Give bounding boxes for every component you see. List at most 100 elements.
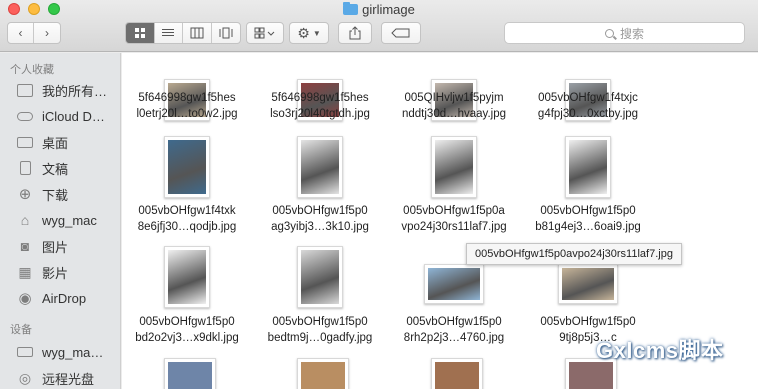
file-thumbnail[interactable] xyxy=(297,358,349,389)
file-name-line2: bedtm9j…0gadfy.jpg xyxy=(267,332,373,344)
file-thumbnail[interactable] xyxy=(164,136,210,198)
icloud-icon xyxy=(16,109,34,123)
file-thumbnail[interactable] xyxy=(424,264,484,304)
sidebar-item-label: 远程光盘 xyxy=(42,371,95,387)
sidebar-item-label: 文稿 xyxy=(42,161,69,177)
file-thumbnail[interactable] xyxy=(297,246,343,308)
sidebar: 个人收藏 我的所有… iCloud D… 桌面 文稿 ⊕ 下载 ⌂ wyg_ma… xyxy=(0,53,121,389)
sidebar-item-label: wyg_mac xyxy=(42,212,97,228)
sidebar-item-downloads[interactable]: ⊕ 下载 xyxy=(16,183,68,205)
file-name-line2: bd2o2vj3…x9dkl.jpg xyxy=(135,332,239,344)
sidebar-item-documents[interactable]: 文稿 xyxy=(16,157,68,179)
sidebar-item-label: 下载 xyxy=(42,187,69,203)
sidebar-item-label: 影片 xyxy=(42,265,69,281)
gear-icon: ⚙ xyxy=(297,24,310,41)
file-item[interactable]: 005vbOHfgw1f5p0 8rh2p2j3…4760.jpg xyxy=(389,53,519,344)
file-name-line1: 005vbOHfgw1f4txk xyxy=(138,205,236,217)
chevron-down-icon: ▼ xyxy=(312,28,321,38)
file-name-line2: 8e6jfj30…qodjb.jpg xyxy=(137,221,237,233)
image-preview xyxy=(168,140,206,194)
image-preview xyxy=(435,362,479,389)
file-thumbnail[interactable] xyxy=(431,136,477,198)
sidebar-item-label: iCloud D… xyxy=(42,108,105,124)
file-thumbnail[interactable] xyxy=(297,136,343,198)
file-thumbnail[interactable] xyxy=(164,246,210,308)
forward-button[interactable]: › xyxy=(34,23,60,43)
image-preview xyxy=(168,362,212,389)
home-icon: ⌂ xyxy=(20,212,30,228)
tags-button[interactable] xyxy=(381,22,421,44)
image-preview xyxy=(569,140,607,194)
sidebar-item-pictures[interactable]: ◙ 图片 xyxy=(16,235,68,257)
icon-view-button[interactable] xyxy=(126,23,155,43)
chevron-right-icon: › xyxy=(45,26,49,40)
documents-icon xyxy=(16,161,34,175)
file-name-line1: 005vbOHfgw1f5p0 xyxy=(139,316,235,328)
file-name-line2: vpo24j30rs11laf7.jpg xyxy=(401,221,507,233)
computer-icon xyxy=(16,345,34,359)
file-name-line2: b81g4ej3…6oai9.jpg xyxy=(535,221,641,233)
sidebar-item-icloud[interactable]: iCloud D… xyxy=(16,105,105,127)
coverflow-view-button[interactable] xyxy=(212,23,240,43)
sidebar-item-all-files[interactable]: 我的所有… xyxy=(16,79,107,101)
sidebar-item-remote-disc[interactable]: ◎ 远程光盘 xyxy=(16,367,94,389)
file-thumbnail[interactable] xyxy=(565,136,611,198)
sidebar-item-label: AirDrop xyxy=(42,290,87,306)
file-name-line1: 005vbOHfgw1f5p0 xyxy=(540,316,636,328)
arrange-button[interactable] xyxy=(246,22,284,44)
sidebar-item-label: 图片 xyxy=(42,239,69,255)
desktop-icon xyxy=(16,135,34,149)
column-view-button[interactable] xyxy=(183,23,212,43)
file-name-line1: 005vbOHfgw1f5p0 xyxy=(406,316,502,328)
columns-icon xyxy=(190,27,204,39)
grid-icon xyxy=(134,28,145,38)
sidebar-item-home[interactable]: ⌂ wyg_mac xyxy=(16,209,97,231)
share-button[interactable] xyxy=(338,22,372,44)
image-preview xyxy=(301,140,339,194)
file-thumbnail[interactable] xyxy=(431,358,483,389)
sidebar-item-airdrop[interactable]: ◉ AirDrop xyxy=(16,287,86,309)
all-files-icon xyxy=(16,83,34,97)
file-item[interactable]: 005vbOHfgw1f5p0 bedtm9j…0gadfy.jpg xyxy=(255,53,385,344)
folder-icon xyxy=(343,2,359,15)
sidebar-item-computer[interactable]: wyg_ma… xyxy=(16,341,103,363)
pictures-icon: ◙ xyxy=(20,238,30,254)
remote-disc-icon: ◎ xyxy=(18,369,32,386)
sidebar-item-desktop[interactable]: 桌面 xyxy=(16,131,68,153)
image-preview xyxy=(562,268,614,300)
chevron-left-icon: ‹ xyxy=(18,26,23,40)
file-name-line1: 005vbOHfgw1f5p0 xyxy=(272,205,368,217)
sidebar-item-label: wyg_ma… xyxy=(42,344,104,360)
list-view-button[interactable] xyxy=(155,23,183,43)
view-mode-control xyxy=(125,22,241,44)
airdrop-icon: ◉ xyxy=(18,290,32,307)
devices-header: 设备 xyxy=(10,324,32,336)
file-name-line2: lso3rj20l40tgtdh.jpg xyxy=(270,108,370,120)
search-field[interactable]: 搜索 xyxy=(504,22,745,44)
file-name-line2: nddtj30d…hvaay.jpg xyxy=(402,108,506,120)
file-thumbnail[interactable] xyxy=(558,264,618,304)
file-name-line1: 5f646998gw1f5hes xyxy=(138,92,236,104)
file-item[interactable]: 005vbOHfgw1f5p0 9tj8p5j3…c xyxy=(523,53,653,344)
movies-icon: ▦ xyxy=(18,263,32,280)
sidebar-item-label: 桌面 xyxy=(42,135,69,151)
file-name-line2: g4fpj30…0xctby.jpg xyxy=(537,108,639,120)
downloads-icon: ⊕ xyxy=(18,186,32,203)
image-preview xyxy=(301,362,345,389)
sidebar-item-movies[interactable]: ▦ 影片 xyxy=(16,261,68,283)
watermark-text: Gxlcms脚本 xyxy=(596,338,724,363)
image-preview xyxy=(428,268,480,300)
list-icon xyxy=(162,29,175,36)
share-icon xyxy=(349,26,361,40)
back-button[interactable]: ‹ xyxy=(8,23,35,43)
action-button[interactable]: ⚙ ▼ xyxy=(289,22,329,44)
file-name-line2: ag3yibj3…3k10.jpg xyxy=(271,221,369,233)
file-name-line2: 8rh2p2j3…4760.jpg xyxy=(403,332,505,344)
file-name-line1: 005QIHvljw1f5pyjm xyxy=(404,92,504,104)
filename-tooltip: 005vbOHfgw1f5p0avpo24j30rs11laf7.jpg xyxy=(466,243,682,265)
favorites-header: 个人收藏 xyxy=(10,64,54,76)
file-thumbnail[interactable] xyxy=(164,358,216,389)
file-item[interactable]: 005vbOHfgw1f5p0 bd2o2vj3…x9dkl.jpg xyxy=(122,53,252,344)
file-name-line2: l0etrj20l…to0w2.jpg xyxy=(136,108,238,120)
title-bar: girlimage ‹ › ⚙ ▼ 搜索 xyxy=(0,0,758,52)
